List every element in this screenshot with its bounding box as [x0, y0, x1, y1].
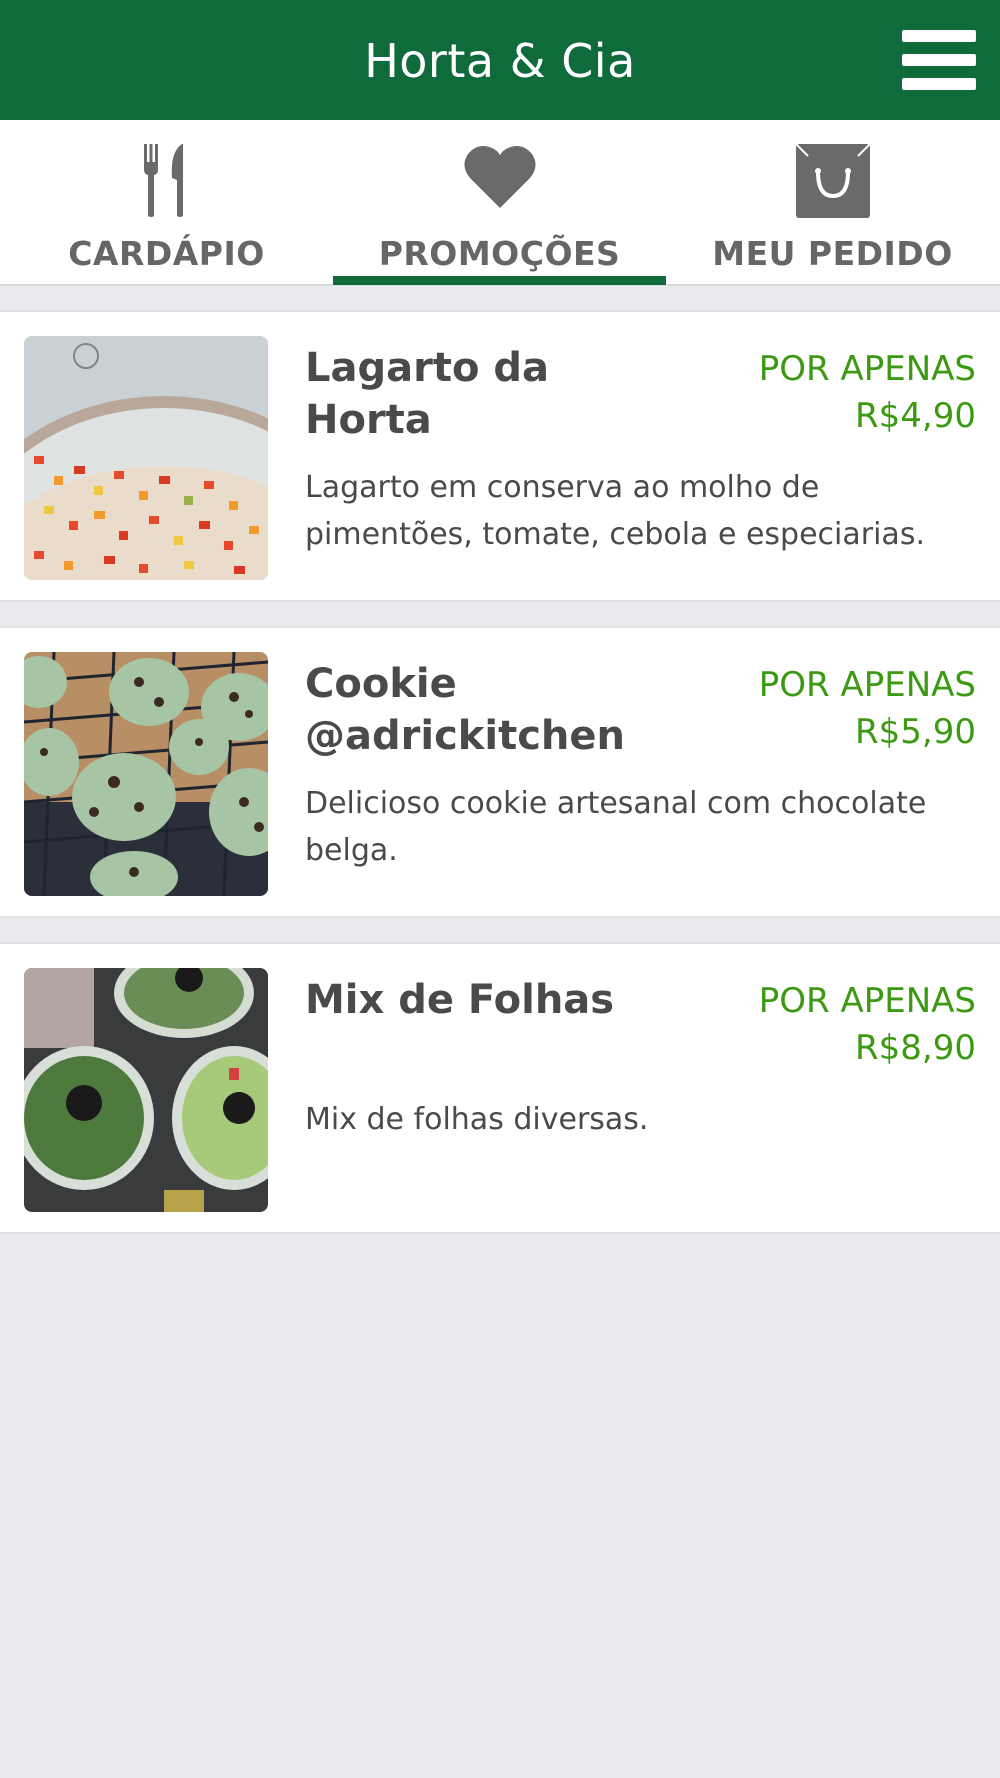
price-value: R$4,90 — [855, 396, 976, 436]
promotion-card-mix-folhas[interactable]: Mix de Folhas POR APENAS R$8,90 Mix de f… — [0, 942, 1000, 1234]
tab-label: PROMOÇÕES — [378, 234, 621, 273]
tab-cardapio[interactable]: CARDÁPIO — [0, 120, 333, 286]
menu-line — [902, 78, 976, 90]
lagarto-dish-photo — [24, 336, 268, 580]
tab-bar: CARDÁPIO PROMOÇÕES MEU PEDIDO — [0, 120, 1000, 286]
hamburger-menu-icon[interactable] — [902, 28, 976, 92]
product-description: Delicioso cookie artesanal com chocolate… — [305, 786, 927, 868]
header-bar: Horta & Cia — [0, 0, 1000, 120]
promotion-card-cookie[interactable]: Cookie @adrickitchen POR APENAS R$5,90 D… — [0, 626, 1000, 918]
product-name: Cookie @adrickitchen — [305, 661, 625, 759]
promotion-card-lagarto[interactable]: Lagarto da Horta POR APENAS R$4,90 Lagar… — [0, 310, 1000, 602]
price-prefix: POR APENAS — [758, 981, 976, 1021]
tab-promocoes[interactable]: PROMOÇÕES — [333, 120, 666, 286]
price-prefix: POR APENAS — [758, 349, 976, 389]
salad-containers-photo — [24, 968, 268, 1212]
product-name: Lagarto da Horta — [305, 345, 549, 443]
active-tab-indicator — [333, 276, 666, 285]
price-box: POR APENAS R$4,90 — [759, 346, 976, 440]
price-value: R$8,90 — [855, 1028, 976, 1068]
menu-line — [902, 54, 976, 66]
menu-line — [902, 30, 976, 42]
tab-label: CARDÁPIO — [68, 234, 265, 273]
product-name: Mix de Folhas — [305, 977, 615, 1023]
product-description: Mix de folhas diversas. — [305, 1102, 649, 1137]
heart-icon — [462, 144, 538, 210]
shopping-bag-icon — [795, 144, 870, 218]
app-screen: Horta & Cia CARDÁPIO PROMOÇÕES MEU PEDID… — [0, 0, 1000, 1778]
cookies-photo — [24, 652, 268, 896]
price-prefix: POR APENAS — [758, 665, 976, 705]
product-description: Lagarto em conserva ao molho de pimentõe… — [305, 470, 925, 552]
price-value: R$5,90 — [855, 712, 976, 752]
tab-meu-pedido[interactable]: MEU PEDIDO — [666, 120, 999, 286]
price-box: POR APENAS R$5,90 — [759, 662, 976, 756]
tab-label: MEU PEDIDO — [712, 234, 953, 273]
app-title: Horta & Cia — [364, 34, 636, 88]
fork-knife-icon — [142, 144, 192, 218]
price-box: POR APENAS R$8,90 — [759, 978, 976, 1072]
